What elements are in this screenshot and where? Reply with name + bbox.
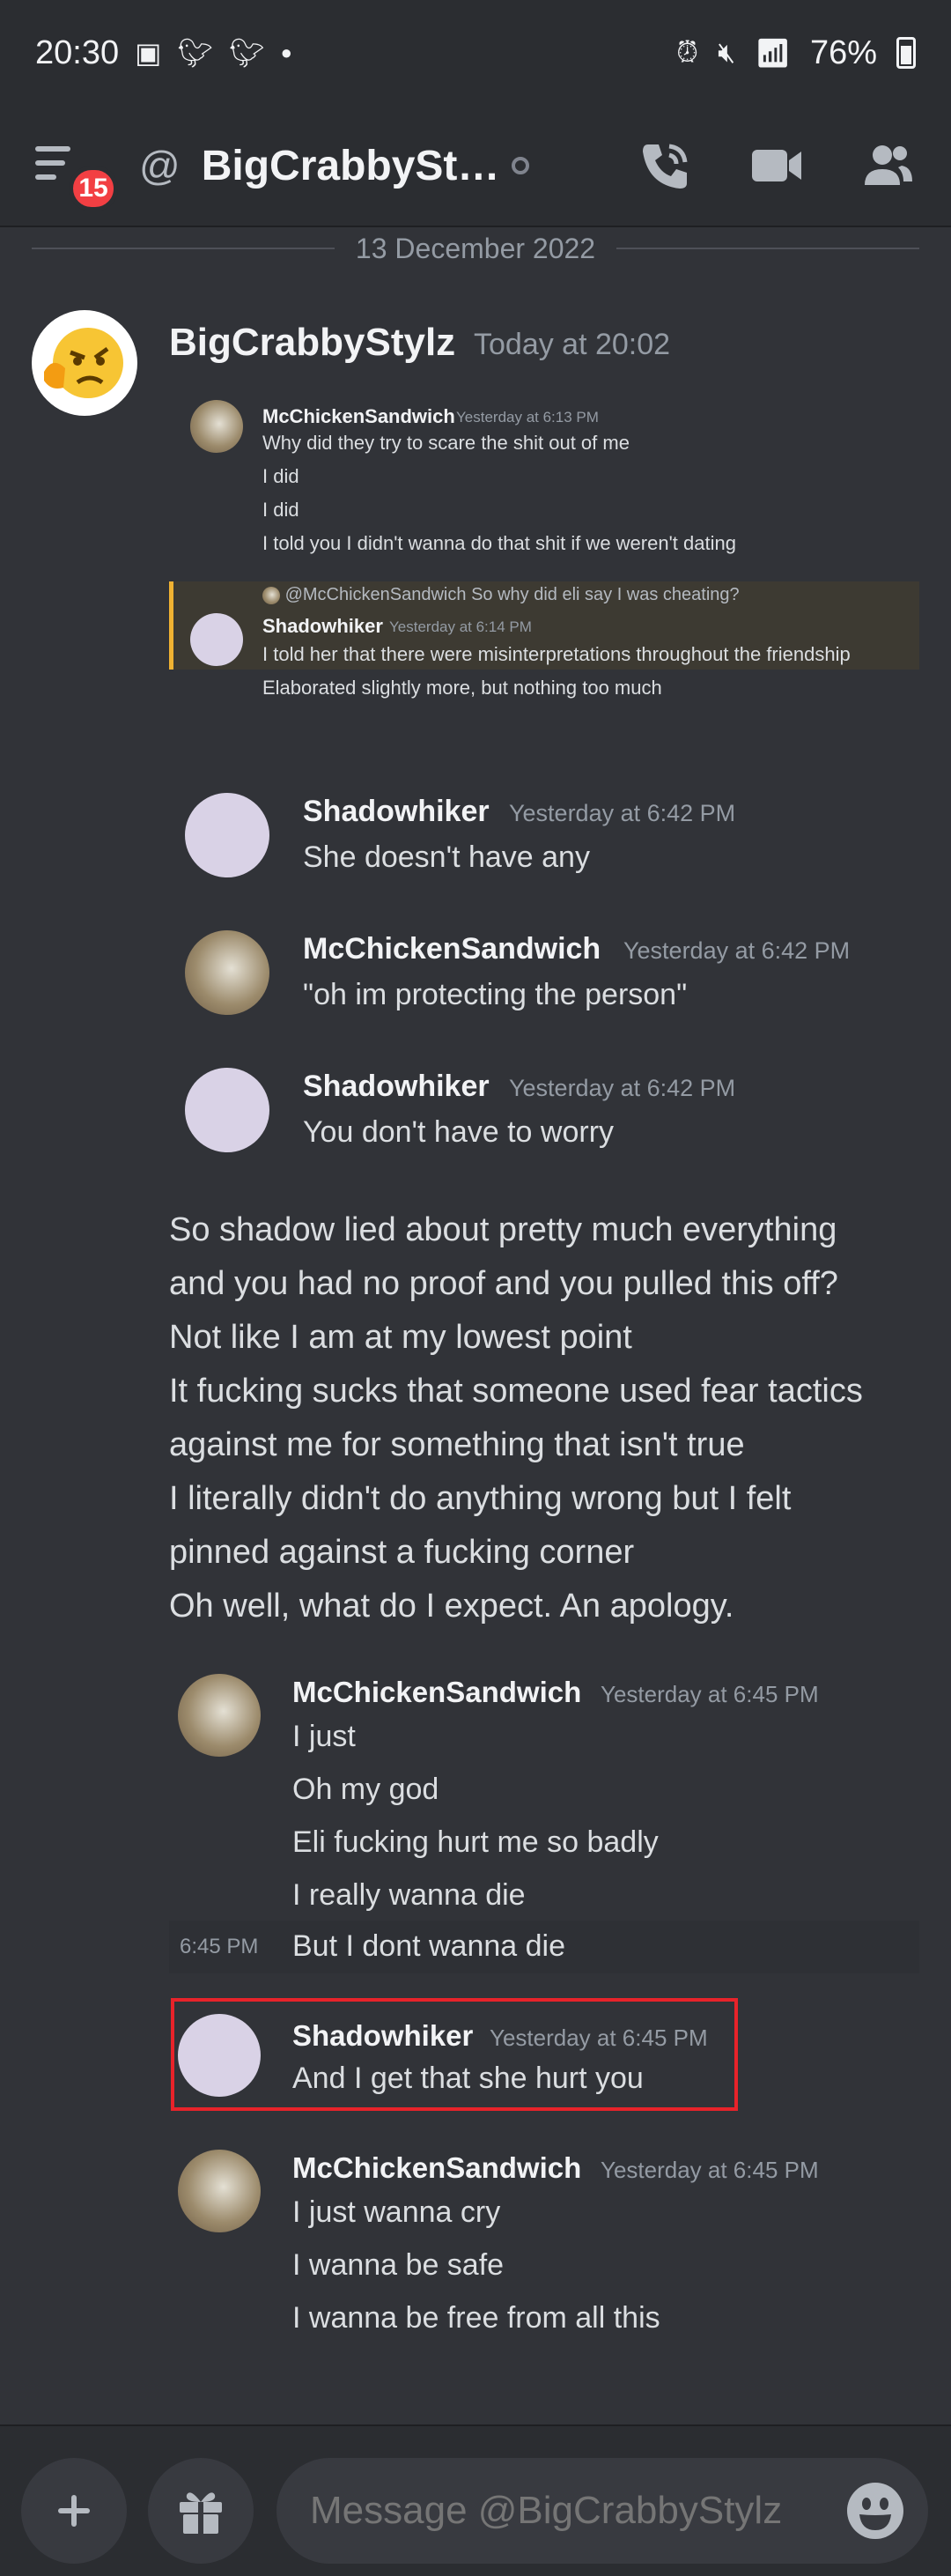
message-line: It fucking sucks that someone used fear … <box>169 1373 863 1410</box>
message-line: So shadow lied about pretty much everyth… <box>169 1211 837 1248</box>
embedded-line: I did <box>262 499 299 521</box>
avatar-shadowhiker <box>190 613 243 666</box>
reply-reference: @McChickenSandwich So why did eli say I … <box>262 585 740 605</box>
avatar-shadowhiker <box>185 1068 269 1152</box>
gift-icon <box>180 2492 222 2534</box>
alarm-icon: ⏰︎ <box>676 36 699 68</box>
message-timestamp: Today at 20:02 <box>474 328 671 361</box>
embedded-author: McChickenSandwich <box>292 2151 582 2184</box>
message-composer <box>0 2424 951 2576</box>
embedded-line: Eli fucking hurt me so badly <box>292 1825 659 1859</box>
add-attachment-button[interactable] <box>21 2458 127 2564</box>
avatar-shadowhiker <box>185 793 269 877</box>
battery-percent: 76% <box>809 33 877 71</box>
avatar-mcchickensandwich <box>178 1674 261 1757</box>
message-input[interactable] <box>276 2458 928 2564</box>
embedded-line: Elaborated slightly more, but nothing to… <box>262 677 662 699</box>
at-icon: @ <box>139 143 181 189</box>
embedded-author: Shadowhiker <box>292 2019 474 2052</box>
emoji-icon[interactable] <box>845 2481 905 2541</box>
avatar-shadowhiker <box>178 2014 261 2097</box>
date-divider-text: 13 December 2022 <box>355 232 596 264</box>
message-author[interactable]: BigCrabbyStylz <box>169 321 455 365</box>
wifi-icon: 📶︎ <box>755 37 791 69</box>
gift-button[interactable] <box>148 2458 254 2564</box>
embedded-line: I told you I didn't wanna do that shit i… <box>262 532 736 554</box>
twitter-icon: 🐦︎ <box>177 37 213 69</box>
avatar-mcchickensandwich <box>185 930 269 1015</box>
angry-emoji-icon <box>44 328 123 398</box>
status-bar: 20:30 ▣ 🐦︎ 🐦︎ ● ⏰︎ 🔇︎ 📶︎ 76% <box>0 0 951 106</box>
message-line: pinned against a fucking corner <box>169 1534 635 1571</box>
embedded-line: I did <box>262 465 299 487</box>
embedded-line: I just <box>292 1720 356 1753</box>
unread-badge: 15 <box>69 166 118 211</box>
embedded-author: McChickenSandwich <box>262 405 455 427</box>
embedded-timestamp: Yesterday at 6:45 PM <box>490 2025 708 2051</box>
avatar-mcchickensandwich <box>190 400 243 453</box>
status-time: 20:30 <box>35 33 120 71</box>
embedded-text: And I get that she hurt you <box>292 2062 644 2095</box>
embedded-author: Shadowhiker <box>262 615 383 637</box>
avatar-bigcrabbystylz[interactable] <box>32 310 137 416</box>
reply-to-name: @McChickenSandwich <box>284 585 467 604</box>
message-line: and you had no proof and you pulled this… <box>169 1265 838 1302</box>
embedded-line: I wanna be safe <box>292 2248 505 2282</box>
offline-status-icon <box>512 157 530 174</box>
avatar-mcchickensandwich <box>178 2150 261 2232</box>
embedded-text: She doesn't have any <box>303 840 590 874</box>
message-line: Not like I am at my lowest point <box>169 1319 632 1356</box>
video-call-icon[interactable] <box>748 137 805 194</box>
embedded-timestamp: Yesterday at 6:42 PM <box>509 1075 736 1101</box>
embedded-author: Shadowhiker <box>303 1070 490 1103</box>
embedded-line: I just wanna cry <box>292 2195 501 2229</box>
members-icon[interactable] <box>859 137 916 194</box>
embedded-author: McChickenSandwich <box>303 932 601 966</box>
date-divider: 13 December 2022 <box>32 229 920 268</box>
reply-to-text: So why did eli say I was cheating? <box>471 585 740 604</box>
menu-button[interactable]: 15 <box>35 139 118 211</box>
gallery-icon: ▣ <box>135 37 162 69</box>
battery-icon <box>896 37 916 69</box>
embedded-timestamp: Yesterday at 6:13 PM <box>456 409 599 426</box>
embedded-text: "oh im protecting the person" <box>303 978 688 1011</box>
embedded-timestamp: Yesterday at 6:45 PM <box>601 1681 819 1707</box>
reply-avatar <box>262 586 280 604</box>
message-line: against me for something that isn't true <box>169 1426 745 1463</box>
embedded-timestamp: Yesterday at 6:42 PM <box>509 800 736 826</box>
message-line: Oh well, what do I expect. An apology. <box>169 1588 734 1625</box>
message-text: So shadow lied about pretty much everyth… <box>169 1203 926 1633</box>
dm-title[interactable]: BigCrabbySt… <box>202 142 500 190</box>
message-line: I literally didn't do anything wrong but… <box>169 1480 792 1517</box>
embedded-line: I really wanna die <box>292 1878 526 1912</box>
embedded-line: I told her that there were misinterpreta… <box>262 643 851 665</box>
embedded-author: McChickenSandwich <box>292 1676 582 1708</box>
embedded-line: I wanna be free from all this <box>292 2301 660 2335</box>
voice-call-icon[interactable] <box>638 137 694 194</box>
embedded-timestamp: Yesterday at 6:45 PM <box>601 2157 819 2183</box>
embedded-line: Oh my god <box>292 1773 439 1806</box>
twitter-icon-2: 🐦︎ <box>228 37 265 69</box>
channel-header: 15 @ BigCrabbySt… <box>0 106 951 227</box>
dot-icon: ● <box>280 41 292 63</box>
embedded-line: But I dont wanna die <box>292 1929 566 1963</box>
embedded-line: Why did they try to scare the shit out o… <box>262 432 630 454</box>
mute-icon: 🔇︎ <box>718 36 736 68</box>
embedded-author: Shadowhiker <box>303 795 490 828</box>
embedded-timestamp: Yesterday at 6:14 PM <box>389 618 532 635</box>
embedded-timestamp: Yesterday at 6:42 PM <box>623 937 851 964</box>
row-hover-time: 6:45 PM <box>180 1935 259 1958</box>
embedded-text: You don't have to worry <box>303 1115 615 1149</box>
plus-icon <box>58 2495 90 2527</box>
